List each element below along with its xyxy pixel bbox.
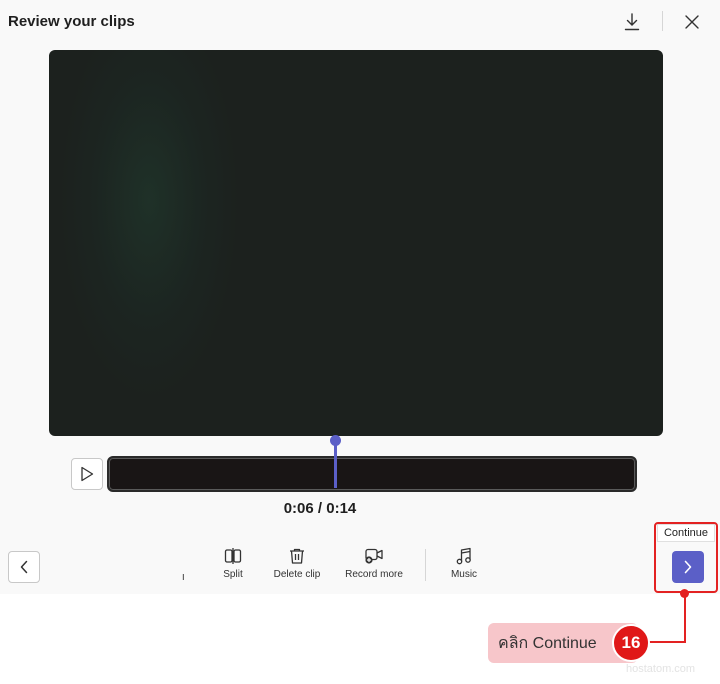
delete-clip-label: Delete clip bbox=[273, 569, 321, 580]
toolbar-partial-label: ו bbox=[182, 572, 185, 583]
step-number-badge: 16 bbox=[612, 624, 650, 662]
annotation-callout-text: คลิก Continue bbox=[498, 634, 597, 652]
dialog-title: Review your clips bbox=[8, 13, 135, 30]
chevron-left-icon bbox=[20, 560, 28, 574]
play-icon bbox=[81, 466, 94, 482]
screen: Review your clips 0:06 / 0:14 ו Split De… bbox=[0, 0, 720, 684]
add-video-icon bbox=[365, 548, 383, 564]
music-label: Music bbox=[450, 569, 478, 580]
review-clips-dialog: Review your clips 0:06 / 0:14 ו Split De… bbox=[0, 0, 720, 594]
download-icon bbox=[624, 13, 640, 31]
trash-icon bbox=[290, 548, 304, 564]
record-more-label: Record more bbox=[345, 569, 403, 580]
split-label: Split bbox=[223, 569, 243, 580]
header-divider bbox=[662, 11, 663, 31]
video-preview[interactable] bbox=[49, 50, 663, 436]
playhead-handle[interactable] bbox=[329, 435, 341, 446]
close-button[interactable] bbox=[681, 11, 703, 33]
annotation-highlight-box bbox=[654, 522, 718, 593]
annotation-connector-vertical bbox=[684, 593, 686, 642]
split-icon bbox=[224, 548, 242, 564]
download-button[interactable] bbox=[621, 11, 643, 33]
play-button[interactable] bbox=[71, 458, 103, 490]
toolbar-divider bbox=[425, 549, 426, 581]
record-more-button[interactable]: Record more bbox=[343, 547, 405, 580]
delete-clip-button[interactable]: Delete clip bbox=[270, 547, 324, 580]
timeline-track[interactable] bbox=[107, 456, 637, 492]
playhead[interactable] bbox=[333, 443, 337, 488]
time-display: 0:06 / 0:14 bbox=[283, 500, 357, 517]
watermark: hostatom.com bbox=[626, 663, 696, 675]
back-button[interactable] bbox=[8, 551, 40, 583]
music-button[interactable]: Music bbox=[448, 547, 480, 580]
split-button[interactable]: Split bbox=[219, 547, 247, 580]
close-icon bbox=[685, 15, 699, 29]
music-note-icon bbox=[456, 547, 471, 565]
